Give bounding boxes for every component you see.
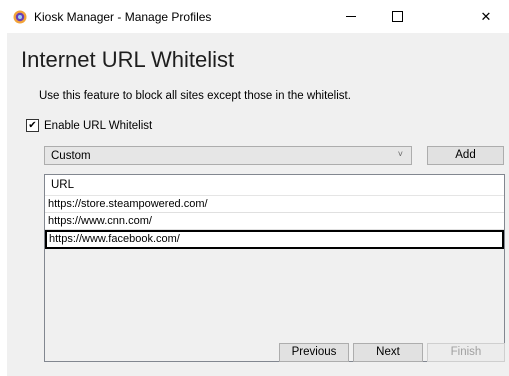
- wizard-panel: Internet URL Whitelist Use this feature …: [7, 33, 509, 376]
- maximize-button[interactable]: [374, 0, 420, 33]
- enable-whitelist-row[interactable]: ✔ Enable URL Whitelist: [26, 119, 152, 132]
- maximize-icon: [391, 11, 403, 22]
- column-header-url: URL: [51, 179, 75, 191]
- chevron-down-icon: ˅: [397, 149, 403, 159]
- window-title: Kiosk Manager - Manage Profiles: [34, 10, 212, 24]
- add-button[interactable]: Add: [427, 146, 504, 165]
- url-whitelist-list[interactable]: URL https://store.steampowered.com/ http…: [44, 174, 505, 362]
- url-cell: https://store.steampowered.com/: [48, 198, 208, 210]
- checkmark-icon: ✔: [28, 119, 37, 131]
- page-description: Use this feature to block all sites exce…: [39, 90, 351, 102]
- list-item[interactable]: https://store.steampowered.com/: [45, 196, 504, 213]
- close-button[interactable]: ✕: [463, 0, 509, 33]
- page-title: Internet URL Whitelist: [21, 47, 235, 72]
- enable-whitelist-checkbox[interactable]: ✔: [26, 119, 39, 132]
- previous-button[interactable]: Previous: [279, 343, 349, 362]
- list-item[interactable]: https://www.cnn.com/: [45, 213, 504, 230]
- category-dropdown[interactable]: Custom ˅: [44, 146, 412, 165]
- category-dropdown-value: Custom: [51, 150, 91, 162]
- minimize-button[interactable]: [328, 0, 374, 33]
- url-edit-field[interactable]: https://www.facebook.com/: [49, 233, 180, 245]
- close-icon: ✕: [480, 8, 492, 24]
- app-globe-icon: [13, 10, 27, 24]
- title-bar: Kiosk Manager - Manage Profiles ✕: [0, 0, 509, 33]
- enable-whitelist-label: Enable URL Whitelist: [44, 119, 153, 132]
- url-cell: https://www.cnn.com/: [48, 215, 152, 227]
- finish-button[interactable]: Finish: [427, 343, 505, 362]
- list-item-editing[interactable]: https://www.facebook.com/: [45, 230, 504, 249]
- list-column-header[interactable]: URL: [45, 175, 504, 196]
- next-button[interactable]: Next: [353, 343, 423, 362]
- minimize-icon: [346, 16, 356, 17]
